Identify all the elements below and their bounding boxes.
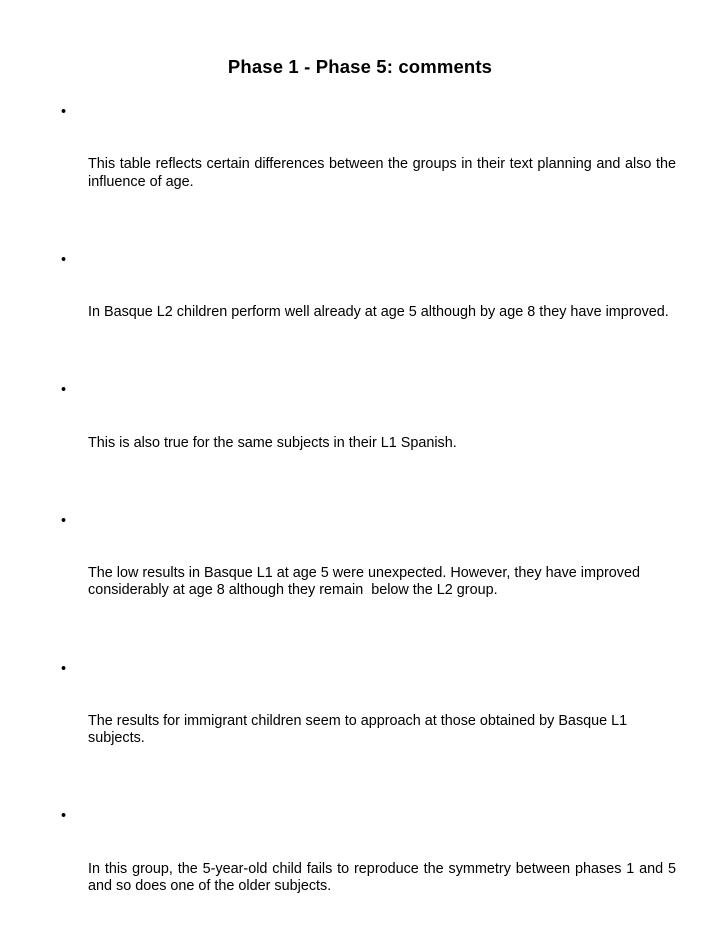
list-item-text: In Basque L2 children perform well alrea… bbox=[88, 304, 669, 321]
list-item: • The low results in Basque L1 at age 5 … bbox=[56, 513, 676, 635]
bullet-point-icon: • bbox=[61, 660, 67, 677]
list-item: • This is also true for the same subject… bbox=[56, 382, 676, 486]
bullet-list: • This table reflects certain difference… bbox=[56, 104, 676, 930]
list-item: • In Basque L2 children perform well alr… bbox=[56, 252, 676, 356]
bullet-point-icon: • bbox=[61, 808, 67, 825]
bullet-point-icon: • bbox=[61, 382, 67, 399]
list-item: • In this group, the 5-year-old child fa… bbox=[56, 808, 676, 930]
list-item-text: In this group, the 5-year-old child fail… bbox=[88, 860, 680, 895]
list-item: • The results for immigrant children see… bbox=[56, 661, 676, 783]
list-item: • This table reflects certain difference… bbox=[56, 104, 676, 226]
page-title: Phase 1 - Phase 5: comments bbox=[227, 56, 493, 77]
bullet-point-icon: • bbox=[61, 251, 67, 268]
list-item-text: The results for immigrant children seem … bbox=[88, 712, 632, 747]
bullet-point-icon: • bbox=[61, 104, 67, 120]
bullet-point-icon: • bbox=[61, 512, 67, 529]
slide-canvas: Phase 1 - Phase 5: comments • This table… bbox=[0, 0, 720, 894]
list-item-text: The low results in Basque L1 at age 5 we… bbox=[88, 564, 644, 599]
list-item-text: This is also true for the same subjects … bbox=[88, 434, 457, 451]
list-item-text: This table reflects certain differences … bbox=[88, 156, 680, 190]
